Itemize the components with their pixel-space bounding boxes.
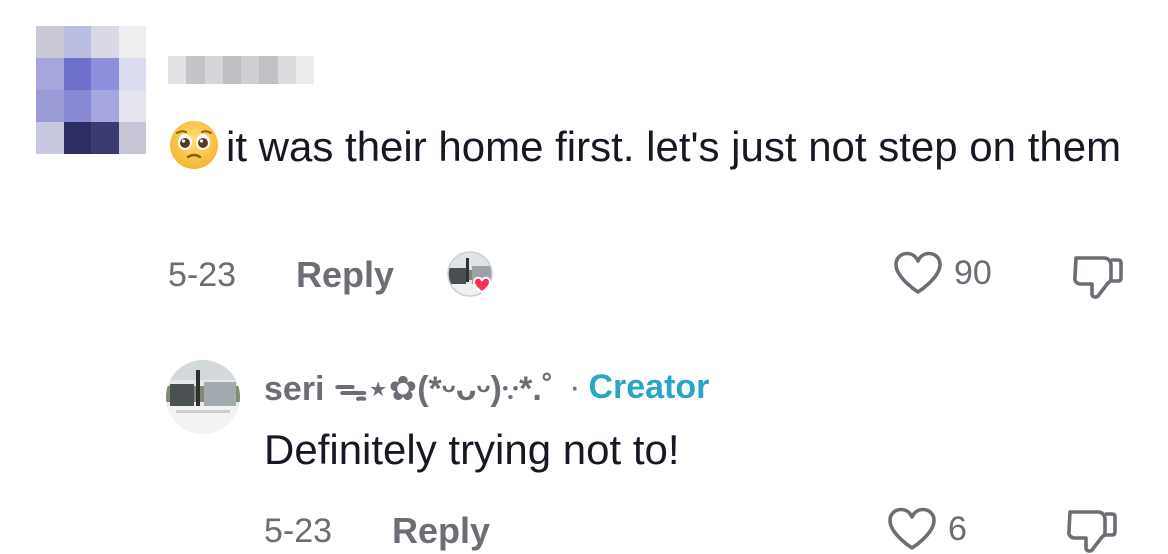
liked-by-creator-badge bbox=[446, 250, 504, 300]
thumb-down-outline-icon[interactable] bbox=[1064, 506, 1120, 554]
separator-dot: · bbox=[569, 367, 581, 406]
reply-header: seri ᯓ⋆✿(*ᵕᴗᵕ)𐬺*.˚ · Creator bbox=[264, 362, 709, 412]
comment-reply-button[interactable]: Reply bbox=[296, 254, 394, 296]
comment-like-button[interactable]: 90 bbox=[892, 250, 992, 296]
commenter-username[interactable] bbox=[168, 56, 314, 84]
creator-avatar-small-icon bbox=[447, 251, 493, 297]
heart-outline-icon bbox=[894, 251, 942, 294]
creator-badge: Creator bbox=[588, 367, 710, 406]
creator-avatar-icon bbox=[166, 360, 240, 434]
comment-body: it was their home first. let's just not … bbox=[168, 116, 1128, 178]
reply-date: 5-23 bbox=[264, 512, 333, 550]
thumb-down-outline-icon[interactable] bbox=[1070, 252, 1126, 300]
reply-like-button[interactable]: 6 bbox=[886, 506, 967, 552]
reply-author-name[interactable]: seri ᯓ⋆✿(*ᵕᴗᵕ)𐬺*.˚ bbox=[264, 364, 553, 410]
reply-body: Definitely trying not to! bbox=[264, 426, 680, 473]
comment-date: 5-23 bbox=[168, 256, 237, 294]
reply-reply-button[interactable]: Reply bbox=[392, 510, 490, 552]
commenter-avatar[interactable] bbox=[36, 26, 146, 154]
pleading-face-icon bbox=[170, 121, 218, 169]
comment-like-count: 90 bbox=[954, 253, 992, 292]
reply-like-count: 6 bbox=[948, 509, 967, 548]
comment-thread: it was their home first. let's just not … bbox=[0, 0, 1168, 554]
reply-author-avatar[interactable] bbox=[166, 360, 240, 434]
heart-outline-icon bbox=[888, 507, 936, 550]
comment-text: it was their home first. let's just not … bbox=[226, 123, 1122, 170]
